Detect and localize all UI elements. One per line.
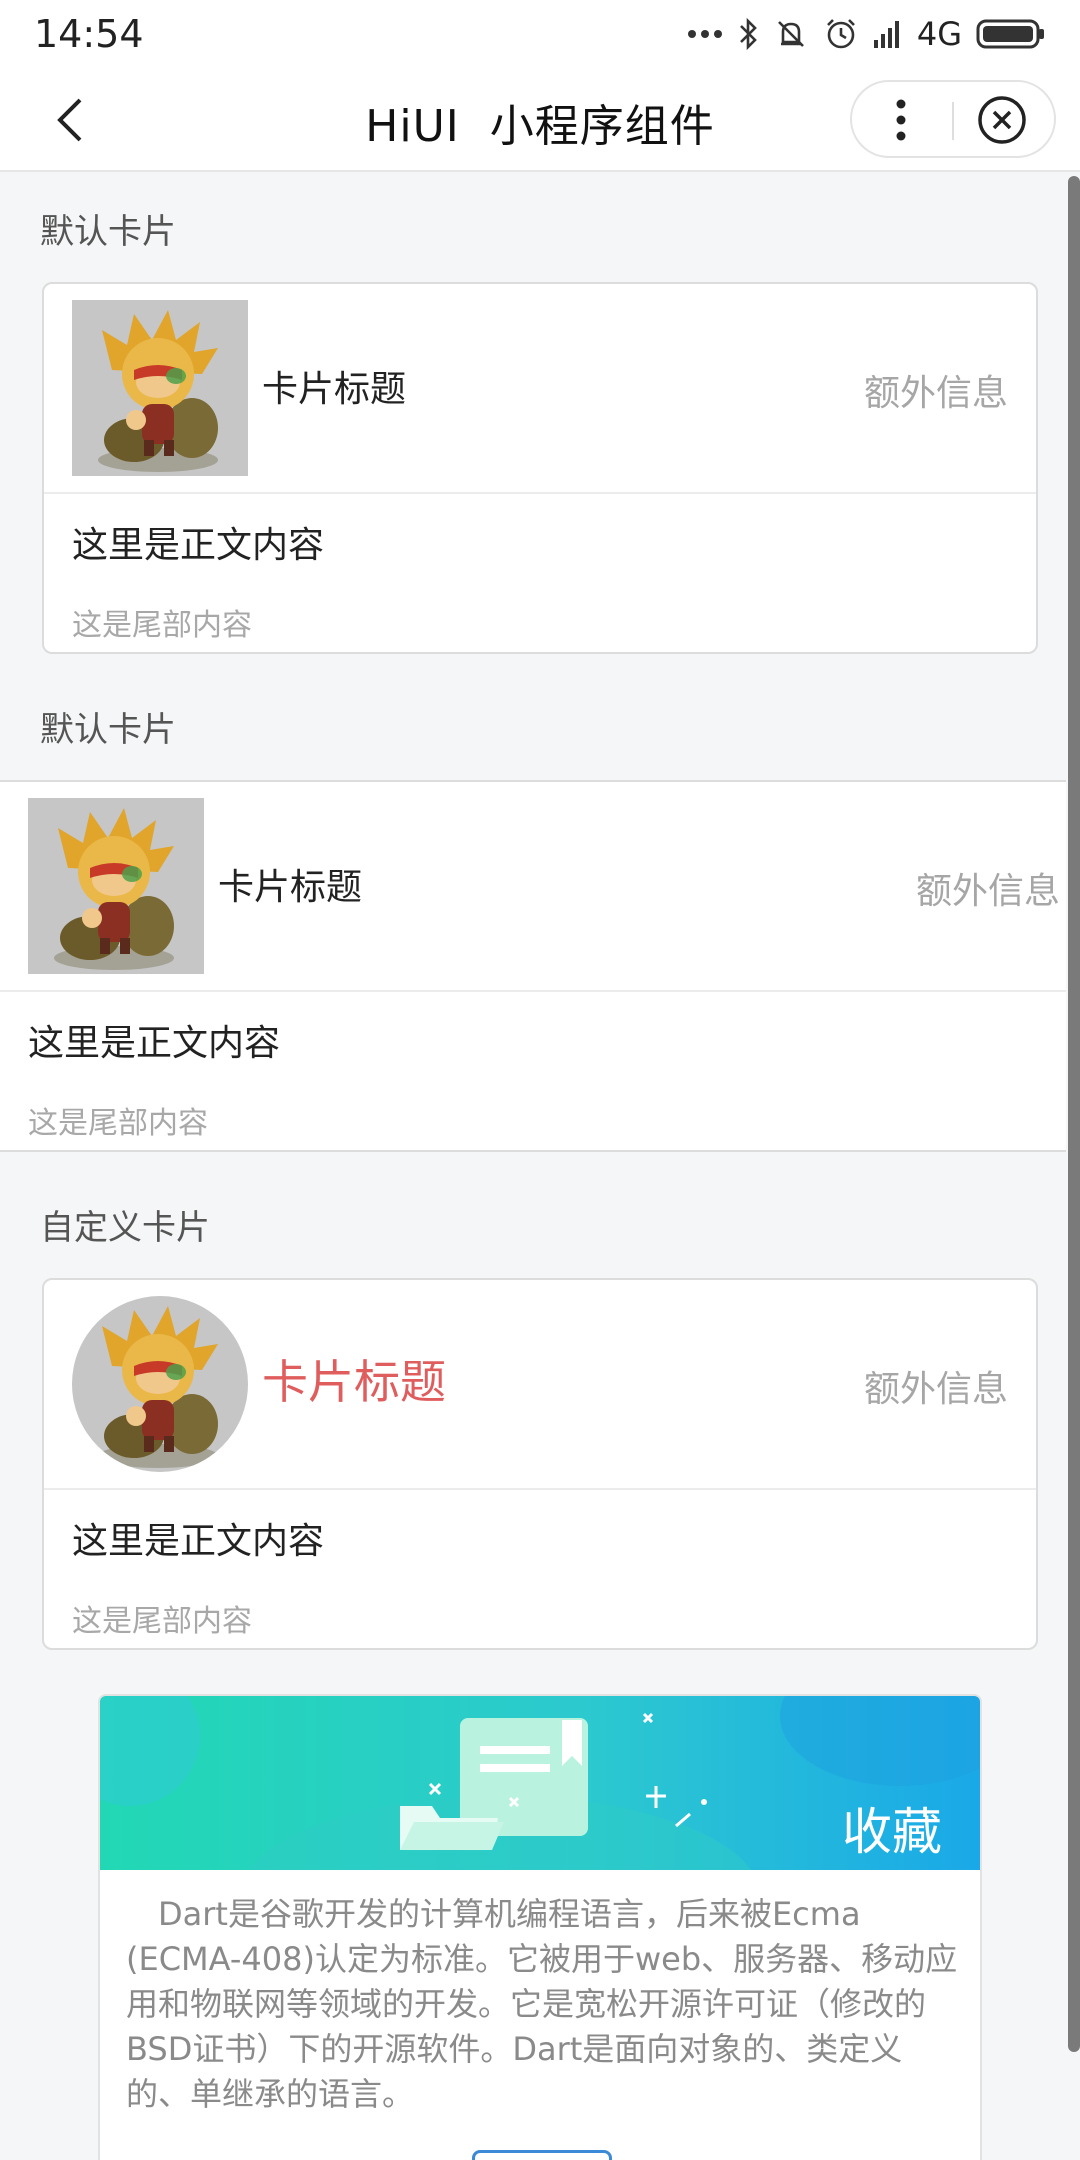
close-circle-icon — [978, 96, 1026, 144]
card-extra: 额外信息 — [863, 1369, 1008, 1410]
card-header: 卡片标题 额外信息 — [44, 1280, 1036, 1490]
card-footer: 这是尾部内容 — [28, 1106, 208, 1141]
section-title: 默认卡片 — [40, 710, 176, 750]
banner-action-button[interactable] — [472, 2150, 612, 2160]
card-thumbnail — [28, 798, 204, 974]
banner-label: 收藏 — [842, 1803, 942, 1861]
card-extra: 额外信息 — [863, 373, 1008, 414]
card-thumbnail — [72, 300, 248, 476]
status-time: 14:54 — [34, 12, 144, 56]
scrollbar[interactable] — [1068, 176, 1080, 2052]
more-dots-icon — [687, 14, 723, 54]
alarm-icon — [823, 14, 859, 54]
capsule-divider — [952, 102, 954, 140]
card-footer: 这是尾部内容 — [72, 1604, 252, 1639]
card-body: 这里是正文内容 — [72, 525, 325, 566]
bluetooth-icon — [737, 14, 759, 54]
card-header: 卡片标题 额外信息 — [44, 284, 1036, 494]
banner-description: Dart是谷歌开发的计算机编程语言，后来被Ecma (ECMA-408)认定为标… — [126, 1895, 958, 2113]
battery-icon — [976, 14, 1046, 54]
card-footer: 这是尾部内容 — [72, 608, 252, 643]
card-avatar — [72, 1296, 248, 1472]
card-title: 卡片标题 — [262, 1355, 446, 1409]
section-title: 自定义卡片 — [40, 1208, 210, 1248]
mini-program-capsule — [850, 80, 1056, 158]
banner-card[interactable]: 收藏 Dart是谷歌开发的计算机编程语言，后来被Ecma (ECMA-408)认… — [98, 1694, 982, 2160]
card-body: 这里是正文内容 — [72, 1521, 325, 1562]
more-button[interactable] — [888, 96, 914, 144]
more-vertical-icon — [896, 99, 906, 141]
banner-image: 收藏 — [100, 1696, 980, 1870]
status-bar: 14:54 4G — [0, 0, 1080, 68]
mute-icon — [773, 14, 809, 54]
card-header: 卡片标题 额外信息 — [0, 782, 1066, 992]
card-extra: 额外信息 — [915, 871, 1060, 912]
card-title: 卡片标题 — [262, 369, 407, 410]
nav-bar: HiUI 小程序组件 — [0, 68, 1080, 172]
full-width-card[interactable]: 卡片标题 额外信息 这里是正文内容 这是尾部内容 — [0, 780, 1066, 1152]
card-title: 卡片标题 — [218, 867, 363, 908]
default-card[interactable]: 卡片标题 额外信息 这里是正文内容 这是尾部内容 — [42, 282, 1038, 654]
network-type: 4G — [916, 15, 962, 53]
card-body: 这里是正文内容 — [28, 1023, 281, 1064]
status-icons: 4G — [687, 12, 1046, 56]
close-button[interactable] — [976, 94, 1028, 146]
section-title: 默认卡片 — [40, 212, 176, 252]
signal-icon — [873, 14, 903, 54]
custom-card[interactable]: 卡片标题 额外信息 这里是正文内容 这是尾部内容 — [42, 1278, 1038, 1650]
